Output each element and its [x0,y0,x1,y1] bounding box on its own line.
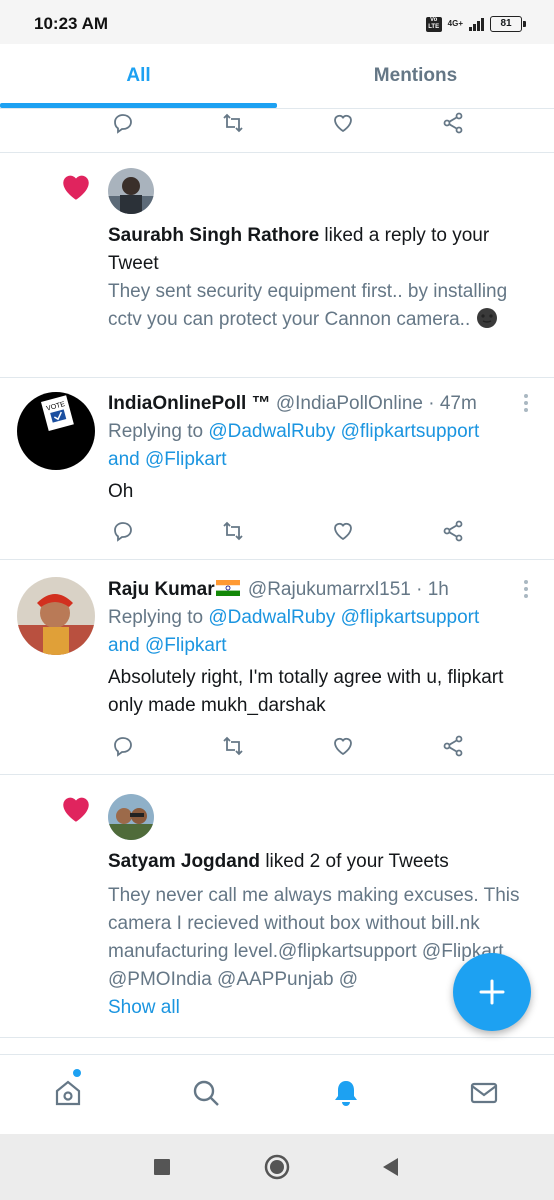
divider [0,559,554,560]
user-handle[interactable]: @Rajukumarrxl151 [248,579,411,600]
plus-icon [479,979,505,1005]
tab-mentions[interactable]: Mentions [277,44,554,108]
volte-icon: Vo LTE [425,16,442,32]
notifications-feed[interactable]: Saurabh Singh Rathore liked a reply to y… [0,108,554,1054]
system-navigation-bar [0,1134,554,1200]
divider [0,774,554,775]
tweet-body: Absolutely right, I'm totally agree with… [108,667,504,716]
tweet-time: · 1h [416,579,449,600]
tweet-time: · 47m [428,393,477,414]
reply-icon[interactable] [108,731,138,761]
tweet-header: IndiaOnlinePoll ™ @IndiaPollOnline · 47m [108,390,508,418]
share-icon[interactable] [438,731,468,761]
nav-search[interactable] [186,1073,226,1113]
heart-icon [63,175,89,200]
home-button-icon[interactable] [264,1154,290,1180]
mention-link[interactable]: @DadwalRuby [208,421,335,442]
bell-icon [335,1081,357,1106]
india-flag-emoji [215,580,240,596]
more-options-icon[interactable] [520,580,532,602]
mention-link[interactable]: @flipkartsupport [341,607,480,628]
like-icon[interactable] [328,731,358,761]
bottom-navigation [0,1054,554,1135]
nav-notifications[interactable] [326,1073,366,1113]
tweet-body: They sent security equipment first.. by … [108,281,508,330]
retweet-icon[interactable] [218,108,248,138]
replying-to: Replying to @DadwalRuby @flipkartsupport… [108,604,528,660]
search-icon [193,1080,219,1106]
tweet-body: Oh [108,481,134,502]
user-name[interactable]: Satyam Jogdand [108,851,260,872]
notification-tabs: All Mentions [0,44,554,108]
retweet-icon[interactable] [218,516,248,546]
status-icons: Vo LTE 4G+ 81 [425,14,526,34]
share-icon[interactable] [438,108,468,138]
back-icon[interactable] [378,1154,404,1180]
compose-button[interactable] [453,953,531,1031]
network-type: 4G+ [447,19,463,28]
more-options-icon[interactable] [520,394,532,416]
mention-link[interactable]: @DadwalRuby [208,607,335,628]
replying-to: Replying to @DadwalRuby @flipkartsupport… [108,418,528,474]
notification-tweet-text: They sent security equipment first.. by … [108,278,528,334]
recents-icon[interactable] [149,1154,175,1180]
like-icon[interactable] [328,516,358,546]
heart-icon [63,797,89,822]
user-name[interactable]: Raju Kumar [108,579,215,600]
mail-icon [470,1082,498,1104]
like-icon[interactable] [328,108,358,138]
avatar[interactable]: VOTE [17,392,95,470]
reply-icon[interactable] [108,108,138,138]
replying-label: Replying to [108,607,209,628]
mention-link[interactable]: @Flipkart [145,449,227,470]
mention-link[interactable]: @Flipkart [145,635,227,656]
new-moon-face-emoji [476,308,497,328]
retweet-icon[interactable] [218,731,248,761]
tweet-actions [108,108,478,138]
nav-home[interactable] [48,1069,88,1113]
reply-icon[interactable] [108,516,138,546]
divider [0,152,554,153]
notification-text: Satyam Jogdand liked 2 of your Tweets [108,848,528,876]
divider [0,1037,554,1038]
nav-messages[interactable] [464,1073,504,1113]
status-bar: 10:23 AM Vo LTE 4G+ 81 [0,0,554,44]
user-name[interactable]: IndiaOnlinePoll ™ [108,393,271,414]
avatar[interactable] [108,794,154,840]
status-time: 10:23 AM [34,14,109,33]
replying-label: Replying to [108,421,209,442]
tweet-actions [108,731,478,761]
tweet-header: Raju Kumar @Rajukumarrxl151 · 1h [108,576,508,604]
share-icon[interactable] [438,516,468,546]
tweet-actions [108,516,478,546]
avatar[interactable] [108,168,154,214]
and-label: and [108,449,145,470]
new-content-dot [73,1069,81,1077]
signal-icon [469,17,484,31]
notification-action: liked 2 of your Tweets [260,851,449,872]
avatar[interactable] [17,577,95,655]
and-label: and [108,635,145,656]
notification-text: Saurabh Singh Rathore liked a reply to y… [108,222,528,278]
user-handle[interactable]: @IndiaPollOnline [276,393,423,414]
user-name[interactable]: Saurabh Singh Rathore [108,225,319,246]
battery-icon: 81 [490,16,526,32]
tab-all[interactable]: All [0,44,277,108]
home-icon [55,1080,81,1106]
divider [0,377,554,378]
mention-link[interactable]: @flipkartsupport [341,421,480,442]
